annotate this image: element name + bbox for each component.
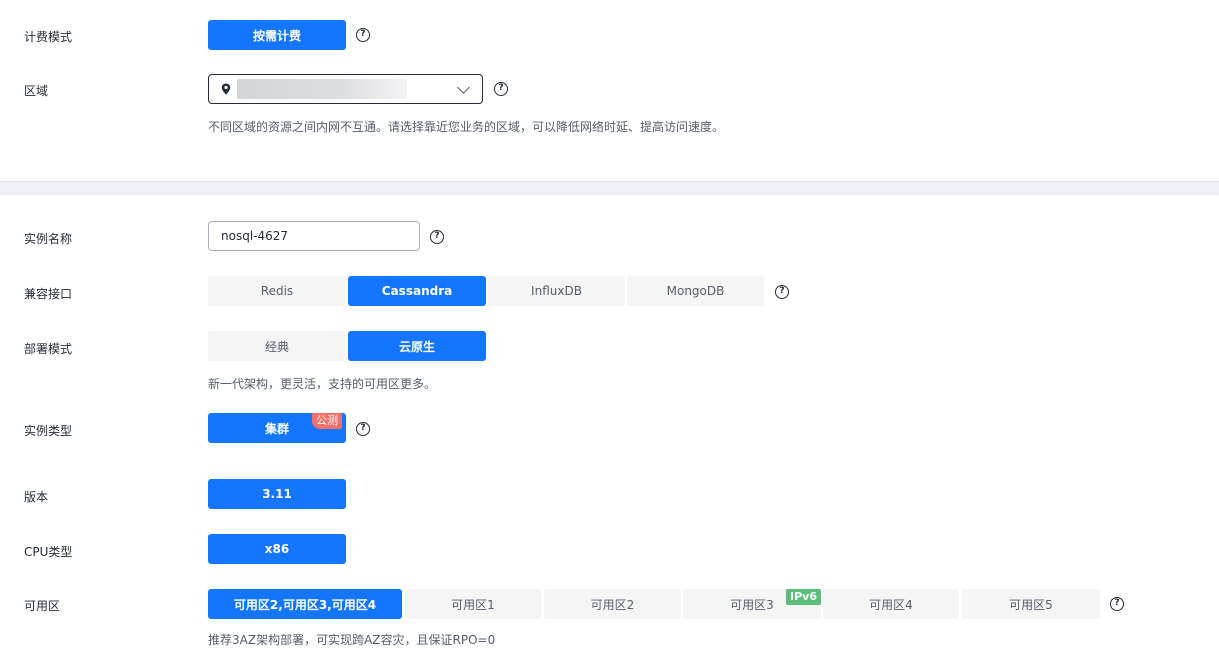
- version-button[interactable]: 3.11: [208, 479, 346, 509]
- instance-type-label: 实例类型: [24, 424, 73, 438]
- ipv6-badge: IPv6: [786, 589, 821, 605]
- az-option-1[interactable]: 可用区1: [405, 589, 541, 619]
- interface-option-influxdb[interactable]: InfluxDB: [488, 276, 625, 306]
- az-option-2[interactable]: 可用区2: [544, 589, 681, 619]
- instance-name-help-icon[interactable]: ?: [430, 230, 444, 244]
- cpu-x86-button[interactable]: x86: [208, 534, 346, 564]
- az-hint: 推荐3AZ架构部署，可实现跨AZ容灾，且保证RPO=0: [208, 633, 496, 647]
- public-beta-badge: 公测: [312, 413, 342, 429]
- deploy-option-classic[interactable]: 经典: [208, 331, 346, 361]
- az-help-icon[interactable]: ?: [1110, 597, 1124, 611]
- az-option-5[interactable]: 可用区5: [962, 589, 1100, 619]
- billing-on-demand-button[interactable]: 按需计费: [208, 20, 346, 50]
- instance-name-label: 实例名称: [24, 232, 73, 246]
- version-label: 版本: [24, 490, 49, 504]
- location-pin-icon: [221, 83, 231, 98]
- section-divider: [0, 181, 1219, 195]
- region-value-redacted: [237, 79, 407, 99]
- az-option-4[interactable]: 可用区4: [823, 589, 959, 619]
- deploy-hint: 新一代架构，更灵活，支持的可用区更多。: [208, 377, 437, 391]
- cpu-label: CPU类型: [24, 545, 73, 559]
- billing-label: 计费模式: [24, 30, 73, 44]
- region-hint: 不同区域的资源之间内网不互通。请选择靠近您业务的区域，可以降低网络时延、提高访问…: [208, 120, 725, 134]
- az-option-multi[interactable]: 可用区2,可用区3,可用区4: [208, 589, 402, 619]
- interface-option-mongodb[interactable]: MongoDB: [627, 276, 764, 306]
- interface-help-icon[interactable]: ?: [775, 285, 789, 299]
- chevron-down-icon[interactable]: [457, 81, 470, 94]
- billing-help-icon[interactable]: ?: [356, 28, 370, 42]
- deploy-label: 部署模式: [24, 342, 73, 356]
- instance-name-input[interactable]: nosql-4627: [208, 221, 420, 251]
- az-label: 可用区: [24, 599, 61, 613]
- region-select[interactable]: [208, 74, 483, 104]
- region-help-icon[interactable]: ?: [494, 82, 508, 96]
- region-label: 区域: [24, 84, 49, 98]
- instance-type-help-icon[interactable]: ?: [356, 422, 370, 436]
- deploy-option-cloud-native[interactable]: 云原生: [348, 331, 486, 361]
- interface-label: 兼容接口: [24, 287, 73, 301]
- interface-option-redis[interactable]: Redis: [208, 276, 346, 306]
- interface-option-cassandra[interactable]: Cassandra: [348, 276, 486, 306]
